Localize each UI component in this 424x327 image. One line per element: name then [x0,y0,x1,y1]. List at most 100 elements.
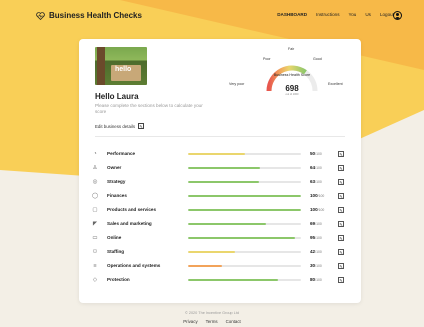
section-score-max: /100 [315,250,322,254]
health-score-gauge: Poor Fair Good Very poor Excellent Busin… [227,45,357,107]
user-circle-icon[interactable] [393,11,402,20]
section-progress-fill [188,167,261,169]
dashboard-card: hello Hello Laura Please complete the se… [79,39,361,303]
section-score: 100/100 [310,193,324,198]
gauge-label-fair: Fair [288,47,295,51]
gauge-icon: ◔ [93,151,97,157]
section-row[interactable]: ◯ Finances 100/100 ✎ [91,191,353,205]
section-row[interactable]: ▢ Products and services 100/100 ✎ [91,205,353,219]
section-progress-track [188,209,301,211]
gauge-title: Business Health Score [273,73,311,77]
person-icon: ♙ [92,165,98,171]
laptop-icon: ▭ [92,235,98,241]
section-progress-track [188,153,301,155]
section-row[interactable]: ◤ Sales and marketing 69/100 ✎ [91,219,353,233]
section-score-max: /100 [317,194,325,198]
sliders-icon: ≡ [93,263,97,269]
section-progress-fill [188,279,279,281]
section-name[interactable]: Protection [107,277,130,282]
footer-link-privacy[interactable]: Privacy [183,319,197,324]
section-progress-fill [188,265,222,267]
section-progress-track [188,195,301,197]
nav-link-instructions[interactable]: Instructions [316,12,340,17]
section-progress-fill [188,209,301,211]
section-row[interactable]: ◔ Performance 50/100 ✎ [91,149,353,163]
section-row[interactable]: ◇ Protection 80/100 ✎ [91,275,353,289]
section-row[interactable]: ≡ Operations and systems 30/100 ✎ [91,261,353,275]
section-name[interactable]: Finances [107,193,127,198]
brand[interactable]: Business Health Checks [36,11,142,20]
section-score-max: /100 [315,152,322,156]
section-name[interactable]: Staffing [107,249,124,254]
greeting-heading: Hello Laura [95,92,139,101]
section-score-value: 100 [310,193,318,198]
edit-icon[interactable]: ✎ [338,276,344,283]
edit-icon[interactable]: ✎ [338,150,344,157]
section-score-max: /100 [315,166,322,170]
section-progress-track [188,279,301,281]
section-row[interactable]: ▭ Online 95/100 ✎ [91,233,353,247]
section-progress-track [188,237,301,239]
section-score: 95/100 [310,235,322,240]
section-score: 69/100 [310,221,322,226]
edit-business-details-link[interactable]: Edit business details ✎ [95,123,145,129]
section-row[interactable]: ⚇ Staffing 42/100 ✎ [91,247,353,261]
section-score: 80/100 [310,277,322,282]
edit-icon[interactable]: ✎ [338,262,344,269]
edit-icon[interactable]: ✎ [338,234,344,241]
gauge-label-good: Good [313,57,322,61]
section-progress-track [188,181,301,183]
section-progress-fill [188,251,236,253]
section-score-max: /100 [315,264,322,268]
nav-link-dashboard[interactable]: DASHBOARD [277,12,307,17]
nav-link-logout[interactable]: Logout [380,12,394,17]
edit-icon[interactable]: ✎ [338,206,344,213]
section-progress-track [188,265,301,267]
section-score: 30/100 [310,263,322,268]
section-score-max: /100 [315,180,322,184]
section-score-value: 100 [310,207,318,212]
section-row[interactable]: ♙ Owner 64/100 ✎ [91,163,353,177]
target-icon: ◎ [92,179,98,185]
edit-icon[interactable]: ✎ [338,192,344,199]
section-row[interactable]: ◎ Strategy 63/100 ✎ [91,177,353,191]
section-score: 50/100 [310,151,322,156]
section-progress-fill [188,237,296,239]
footer: © 2020 The Incentive Group Ltd Privacy T… [0,311,424,324]
section-score-max: /100 [315,222,322,226]
edit-icon[interactable]: ✎ [338,248,344,255]
section-progress-fill [188,153,245,155]
section-progress-fill [188,181,260,183]
section-name[interactable]: Owner [107,165,121,170]
section-name[interactable]: Strategy [107,179,125,184]
section-score-max: /100 [315,236,322,240]
section-score-max: /100 [317,208,325,212]
edit-icon[interactable]: ✎ [338,178,344,185]
footer-link-contact[interactable]: Contact [226,319,241,324]
section-progress-track [188,223,301,225]
business-photo: hello [95,47,147,85]
edit-icon[interactable]: ✎ [338,220,344,227]
section-name[interactable]: Sales and marketing [107,221,152,226]
heart-pulse-icon [36,11,45,20]
top-navigation: Business Health Checks DASHBOARD Instruc… [0,0,424,32]
brand-title: Business Health Checks [49,11,142,20]
megaphone-icon: ◤ [92,221,98,227]
edit-icon[interactable]: ✎ [338,164,344,171]
section-progress-track [188,251,301,253]
section-name[interactable]: Performance [107,151,135,156]
edit-business-details-label: Edit business details [95,123,136,129]
footer-link-terms[interactable]: Terms [206,319,218,324]
section-progress-fill [188,195,301,197]
section-name[interactable]: Online [107,235,121,240]
divider [95,136,345,137]
photo-tree-trunk [97,47,105,85]
section-name[interactable]: Products and services [107,207,156,212]
section-score: 42/100 [310,249,322,254]
section-score: 64/100 [310,165,322,170]
nav-link-us[interactable]: Us [365,12,371,17]
people-icon: ⚇ [92,249,98,255]
section-name[interactable]: Operations and systems [107,263,160,268]
footer-links: Privacy Terms Contact [0,319,424,324]
nav-link-you[interactable]: You [349,12,357,17]
